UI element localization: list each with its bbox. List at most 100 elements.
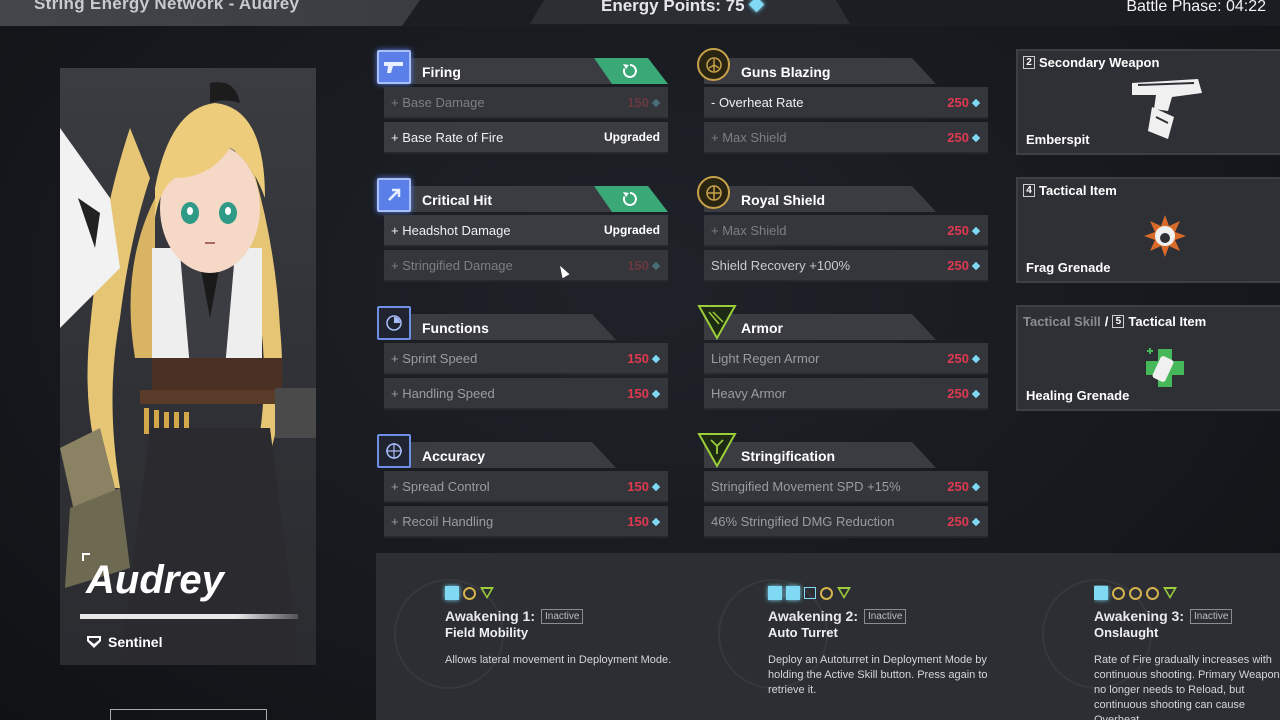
skill-row[interactable]: Shield Recovery +100% 250 xyxy=(704,250,988,282)
skill-label: + Spread Control xyxy=(391,479,490,494)
diamond-icon xyxy=(651,354,661,363)
skill-cost-value: 250 xyxy=(947,95,969,110)
group-critical-label: Critical Hit xyxy=(422,192,493,208)
keybind-badge: 2 xyxy=(1023,56,1035,69)
skill-row[interactable]: + Headshot Damage Upgraded xyxy=(384,215,668,247)
skill-label: + Stringified Damage xyxy=(391,258,513,273)
group-royal-shield: Royal Shield xyxy=(704,186,936,212)
page-title: String Energy Network - Audrey xyxy=(34,0,300,13)
flame-icon[interactable] xyxy=(697,48,730,81)
skill-label: + Headshot Damage xyxy=(391,223,511,238)
class-row: Sentinel xyxy=(86,634,162,650)
skill-row[interactable]: + Spread Control 150 xyxy=(384,471,668,503)
skill-cost: 250 xyxy=(947,258,981,273)
diamond-icon xyxy=(971,354,981,363)
diamond-icon xyxy=(971,261,981,270)
group-stringification: Stringification xyxy=(704,442,936,468)
loadout-secondary-weapon[interactable]: 2 Secondary Weapon Emberspit xyxy=(1016,49,1280,155)
card-prefix: Tactical Skill xyxy=(1023,314,1101,329)
skill-cost: 250 xyxy=(947,514,981,529)
group-critical-hit: Critical Hit xyxy=(384,186,626,212)
skill-row[interactable]: 46% Stringified DMG Reduction 250 xyxy=(704,506,988,538)
skill-label: + Sprint Speed xyxy=(391,351,478,366)
skill-row[interactable]: + Base Rate of Fire Upgraded xyxy=(384,122,668,154)
skill-row[interactable]: + Recoil Handling 150 xyxy=(384,506,668,538)
skill-cost-value: 150 xyxy=(627,95,649,110)
group-stringification-label: Stringification xyxy=(741,448,836,464)
arrow-icon[interactable] xyxy=(377,178,411,212)
skill-row[interactable]: + Stringified Damage 150 xyxy=(384,250,668,282)
fork-icon[interactable] xyxy=(697,432,737,468)
diamond-icon xyxy=(971,133,981,142)
skill-cost: 150 xyxy=(627,258,661,273)
awakening-desc: Rate of Fire gradually increases with co… xyxy=(1094,654,1280,720)
skill-row[interactable]: + Sprint Speed 150 xyxy=(384,343,668,375)
awakening-icons xyxy=(445,585,675,601)
skill-cost-value: 150 xyxy=(627,351,649,366)
awakening-3[interactable]: Awakening 3: Inactive Onslaught Rate of F… xyxy=(1094,585,1280,720)
sentinel-icon xyxy=(87,636,101,648)
armor-icon[interactable] xyxy=(697,304,737,340)
skill-cost-value: 150 xyxy=(627,479,649,494)
skill-label: Heavy Armor xyxy=(711,386,787,401)
skill-row[interactable]: Heavy Armor 250 xyxy=(704,378,988,410)
skill-row[interactable]: + Handling Speed 150 xyxy=(384,378,668,410)
battle-phase-timer: Battle Phase: 04:22 xyxy=(1126,0,1266,15)
awakening-1[interactable]: Awakening 1: Inactive Field Mobility Allo… xyxy=(445,585,675,668)
reset-icon xyxy=(622,191,638,207)
name-underline xyxy=(80,614,298,619)
group-functions-label: Functions xyxy=(422,320,489,336)
skill-row[interactable]: + Max Shield 250 xyxy=(704,215,988,247)
loadout-tactical-item[interactable]: 4 Tactical Item Frag Grenade xyxy=(1016,177,1280,283)
card-title: 4 Tactical Item xyxy=(1023,183,1117,198)
status-badge: Inactive xyxy=(1190,608,1233,624)
diamond-icon xyxy=(971,389,981,398)
card-title: Tactical Skill/5 Tactical Item xyxy=(1023,314,1206,329)
awakening-title: Awakening 2: xyxy=(768,608,858,624)
card-title: 2 Secondary Weapon xyxy=(1023,55,1159,70)
skill-row[interactable]: + Base Damage 150 xyxy=(384,87,668,119)
energy-diamond-icon xyxy=(748,0,764,13)
group-firing-label: Firing xyxy=(422,64,461,80)
energy-points-label: Energy Points: 75 xyxy=(601,0,745,15)
diamond-icon xyxy=(971,98,981,107)
group-guns-label: Guns Blazing xyxy=(741,64,831,80)
skill-row[interactable]: + Max Shield 250 xyxy=(704,122,988,154)
keybind-badge: 4 xyxy=(1023,184,1035,197)
card-separator: / xyxy=(1104,314,1109,329)
skill-row[interactable]: Light Regen Armor 250 xyxy=(704,343,988,375)
skill-cost: 250 xyxy=(947,223,981,238)
skill-cost-value: 250 xyxy=(947,223,969,238)
status-badge: Inactive xyxy=(541,608,584,624)
skill-row[interactable]: - Overheat Rate 250 xyxy=(704,87,988,119)
skill-cost: 250 xyxy=(947,130,981,145)
skill-cost: 150 xyxy=(627,479,661,494)
diamond-icon xyxy=(651,261,661,270)
awakening-2[interactable]: Awakening 2: Inactive Auto Turret Deploy … xyxy=(768,585,1018,698)
skill-label: Shield Recovery +100% xyxy=(711,258,851,273)
awakening-name: Auto Turret xyxy=(768,625,838,640)
character-name: Audrey xyxy=(86,558,224,602)
diamond-icon xyxy=(651,517,661,526)
bottom-tab[interactable] xyxy=(110,709,267,720)
skill-cost: 250 xyxy=(947,479,981,494)
shield-icon[interactable] xyxy=(697,176,730,209)
skill-label: Light Regen Armor xyxy=(711,351,820,366)
skill-row[interactable]: Stringified Movement SPD +15% 250 xyxy=(704,471,988,503)
skill-label: 46% Stringified DMG Reduction xyxy=(711,514,895,529)
skill-cost: 150 xyxy=(627,351,661,366)
pie-icon[interactable] xyxy=(377,306,411,340)
energy-points: Energy Points: 75 xyxy=(601,0,764,16)
card-item-name: Healing Grenade xyxy=(1026,388,1130,403)
pistol-icon[interactable] xyxy=(377,50,411,84)
diamond-icon xyxy=(971,226,981,235)
card-title-text: Secondary Weapon xyxy=(1039,55,1160,70)
skill-cost: 150 xyxy=(627,386,661,401)
diamond-icon xyxy=(971,517,981,526)
loadout-healing-grenade[interactable]: Tactical Skill/5 Tactical Item Healing Gr… xyxy=(1016,305,1280,411)
awakening-name: Field Mobility xyxy=(445,625,529,640)
awakening-icons xyxy=(768,585,1018,601)
skill-cost-value: 250 xyxy=(947,258,969,273)
crosshair-icon[interactable] xyxy=(377,434,411,468)
reset-icon xyxy=(622,63,638,79)
